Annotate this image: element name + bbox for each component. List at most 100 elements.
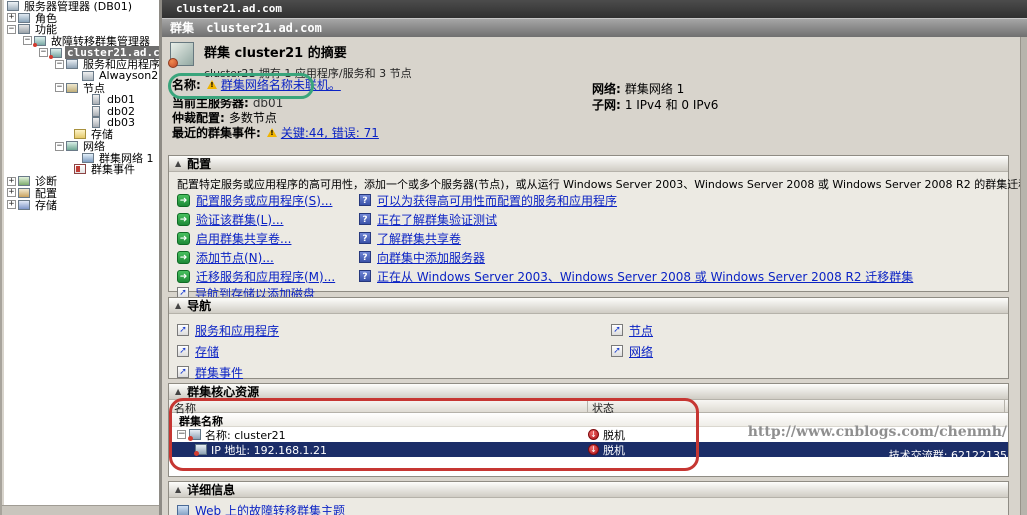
nav-link-networks[interactable]: 网络 xyxy=(611,342,653,360)
field-recent-events: 最近的群集事件: 关键:44, 错误: 71 xyxy=(172,125,379,140)
collapse-minus-icon[interactable] xyxy=(39,48,48,58)
summary-title: 群集 cluster21 的摘要 xyxy=(204,46,347,61)
tree-item-db02[interactable]: db02 xyxy=(4,105,159,118)
help-link-ha-services[interactable]: 可以为获得高可用性而配置的服务和应用程序 xyxy=(359,191,617,209)
cluster-summary-icon xyxy=(168,42,194,68)
collapse-minus-icon[interactable] xyxy=(55,141,64,151)
offline-status-icon xyxy=(588,429,599,440)
web-topic-icon xyxy=(177,504,189,515)
details-web-topics-link[interactable]: Web 上的故障转移群集主题 xyxy=(177,502,345,515)
collapse-minus-icon[interactable] xyxy=(23,36,32,46)
tree-item-alwayson22[interactable]: Alwayson22 xyxy=(4,69,159,82)
collapse-minus-icon[interactable] xyxy=(55,83,64,93)
column-name[interactable]: 名称 xyxy=(169,400,588,415)
details-pane: 群集 cluster21 的摘要 cluster21 拥有 1 应用程序/服务和… xyxy=(162,37,1027,515)
nav-link-services-applications[interactable]: 服务和应用程序 xyxy=(177,321,279,339)
tree-item-nodes[interactable]: 节点 xyxy=(4,82,159,95)
field-quorum: 仲裁配置: 多数节点 xyxy=(172,111,277,125)
section-core-resources-header[interactable]: ▲ 群集核心资源 xyxy=(169,384,1008,400)
status-badge: 脱机 xyxy=(603,443,625,457)
collapse-arrow-icon: ▲ xyxy=(175,485,182,494)
cluster-events-icon xyxy=(74,164,86,175)
action-arrow-icon xyxy=(177,250,190,264)
watermark-qq-group: 技术交流群: 62122135 xyxy=(888,449,1007,462)
nav-link-storage[interactable]: 存储 xyxy=(177,342,219,360)
expand-plus-icon[interactable] xyxy=(7,176,16,186)
help-link-validation-tests[interactable]: 正在了解群集验证测试 xyxy=(359,210,497,228)
roles-icon xyxy=(18,12,30,23)
section-details-header[interactable]: ▲ 详细信息 xyxy=(169,482,1008,498)
content-path-bar: cluster21.ad.com xyxy=(162,0,1027,18)
navigate-icon xyxy=(177,324,189,336)
cluster-network-icon xyxy=(82,152,94,163)
collapse-minus-icon[interactable] xyxy=(55,59,64,69)
window-bottom-border xyxy=(2,505,162,515)
field-network: 网络: 群集网络 1 xyxy=(592,82,685,96)
column-status[interactable]: 状态 xyxy=(588,400,1005,415)
help-icon xyxy=(359,194,371,206)
tree-item-storage[interactable]: 存储 xyxy=(4,128,159,141)
warning-icon xyxy=(266,128,277,137)
section-navigate-header[interactable]: ▲ 导航 xyxy=(169,298,1008,314)
node-icon xyxy=(92,117,100,129)
action-arrow-icon xyxy=(177,231,190,245)
collapse-minus-icon[interactable] xyxy=(7,24,16,34)
offline-status-icon xyxy=(588,444,599,455)
tree-item-failover-cluster-manager[interactable]: 故障转移群集管理器 xyxy=(4,35,159,48)
failover-cluster-manager-icon xyxy=(33,35,46,47)
diagnostics-icon xyxy=(18,176,30,187)
networks-icon xyxy=(66,141,78,152)
storage-folder-icon xyxy=(74,129,86,140)
link-enable-csv[interactable]: 启用群集共享卷... xyxy=(177,229,291,247)
failover-cluster-manager-window: 服务器管理器 (DB01) 角色 功能 故障转移群集管理器 cluster21.… xyxy=(0,0,1027,515)
cluster-network-name-offline-link[interactable]: 群集网络名称未联机。 xyxy=(221,76,341,93)
features-icon xyxy=(18,24,30,35)
page-title-type: 群集 xyxy=(170,21,195,35)
expand-plus-icon[interactable] xyxy=(7,200,16,210)
ip-address-resource-icon xyxy=(194,444,207,456)
cluster-name-resource-icon xyxy=(188,429,201,441)
help-icon xyxy=(359,213,371,225)
help-link-migrating-cluster[interactable]: 正在从 Windows Server 2003、Windows Server 2… xyxy=(359,267,913,285)
collapse-arrow-icon: ▲ xyxy=(175,387,182,396)
page-title-cluster: cluster21.ad.com xyxy=(206,21,322,35)
tree-item-services-applications[interactable]: 服务和应用程序 xyxy=(4,58,159,71)
link-migrate-services[interactable]: 迁移服务和应用程序(M)... xyxy=(177,267,335,285)
section-configure: ▲ 配置 配置特定服务或应用程序的高可用性，添加一个或多个服务器(节点)，或从运… xyxy=(168,155,1027,301)
recent-events-link[interactable]: 关键:44, 错误: 71 xyxy=(281,124,379,141)
action-arrow-icon xyxy=(177,193,190,207)
table-header: 名称 状态 xyxy=(169,400,1008,415)
expand-plus-icon[interactable] xyxy=(7,188,16,198)
node-icon xyxy=(92,105,100,117)
configuration-icon xyxy=(18,187,30,198)
section-navigate: ▲ 导航 服务和应用程序 存储 群集事件 节点 网络 xyxy=(168,297,1009,381)
tree-item-configuration[interactable]: 配置 xyxy=(4,187,159,200)
field-name: 名称: 群集网络名称未联机。 xyxy=(172,77,341,92)
collapse-minus-icon[interactable] xyxy=(177,430,186,439)
tree-item-storage-root[interactable]: 存储 xyxy=(4,199,159,212)
collapse-arrow-icon: ▲ xyxy=(175,301,182,310)
link-configure-service[interactable]: 配置服务或应用程序(S)... xyxy=(177,191,332,209)
nav-link-cluster-events[interactable]: 群集事件 xyxy=(177,363,243,381)
section-configure-header[interactable]: ▲ 配置 xyxy=(169,156,1008,172)
page-title: 群集 cluster21.ad.com xyxy=(162,18,1027,37)
link-add-node[interactable]: 添加节点(N)... xyxy=(177,248,274,266)
field-current-host: 当前主服务器: db01 xyxy=(172,95,284,111)
help-link-add-server[interactable]: 向群集中添加服务器 xyxy=(359,248,485,266)
nodes-icon xyxy=(66,82,78,93)
help-icon xyxy=(359,232,371,244)
table-row-ip-address[interactable]: IP 地址: 192.168.1.21 脱机 xyxy=(169,442,1008,457)
expand-plus-icon[interactable] xyxy=(7,13,16,23)
help-link-csv[interactable]: 了解群集共享卷 xyxy=(359,229,461,247)
server-manager-icon xyxy=(7,0,19,11)
help-icon xyxy=(359,251,371,263)
tree-item-server-manager[interactable]: 服务器管理器 (DB01) xyxy=(4,0,159,13)
tree-item-db03[interactable]: db03 xyxy=(4,116,159,129)
link-validate-cluster[interactable]: 验证该群集(L)... xyxy=(177,210,284,228)
section-details: ▲ 详细信息 Web 上的故障转移群集主题 xyxy=(168,481,1009,515)
tree-item-cluster-events[interactable]: 群集事件 xyxy=(4,163,159,176)
services-applications-icon xyxy=(66,59,78,70)
action-arrow-icon xyxy=(177,269,190,283)
nav-link-nodes[interactable]: 节点 xyxy=(611,321,653,339)
navigate-icon xyxy=(611,324,623,336)
